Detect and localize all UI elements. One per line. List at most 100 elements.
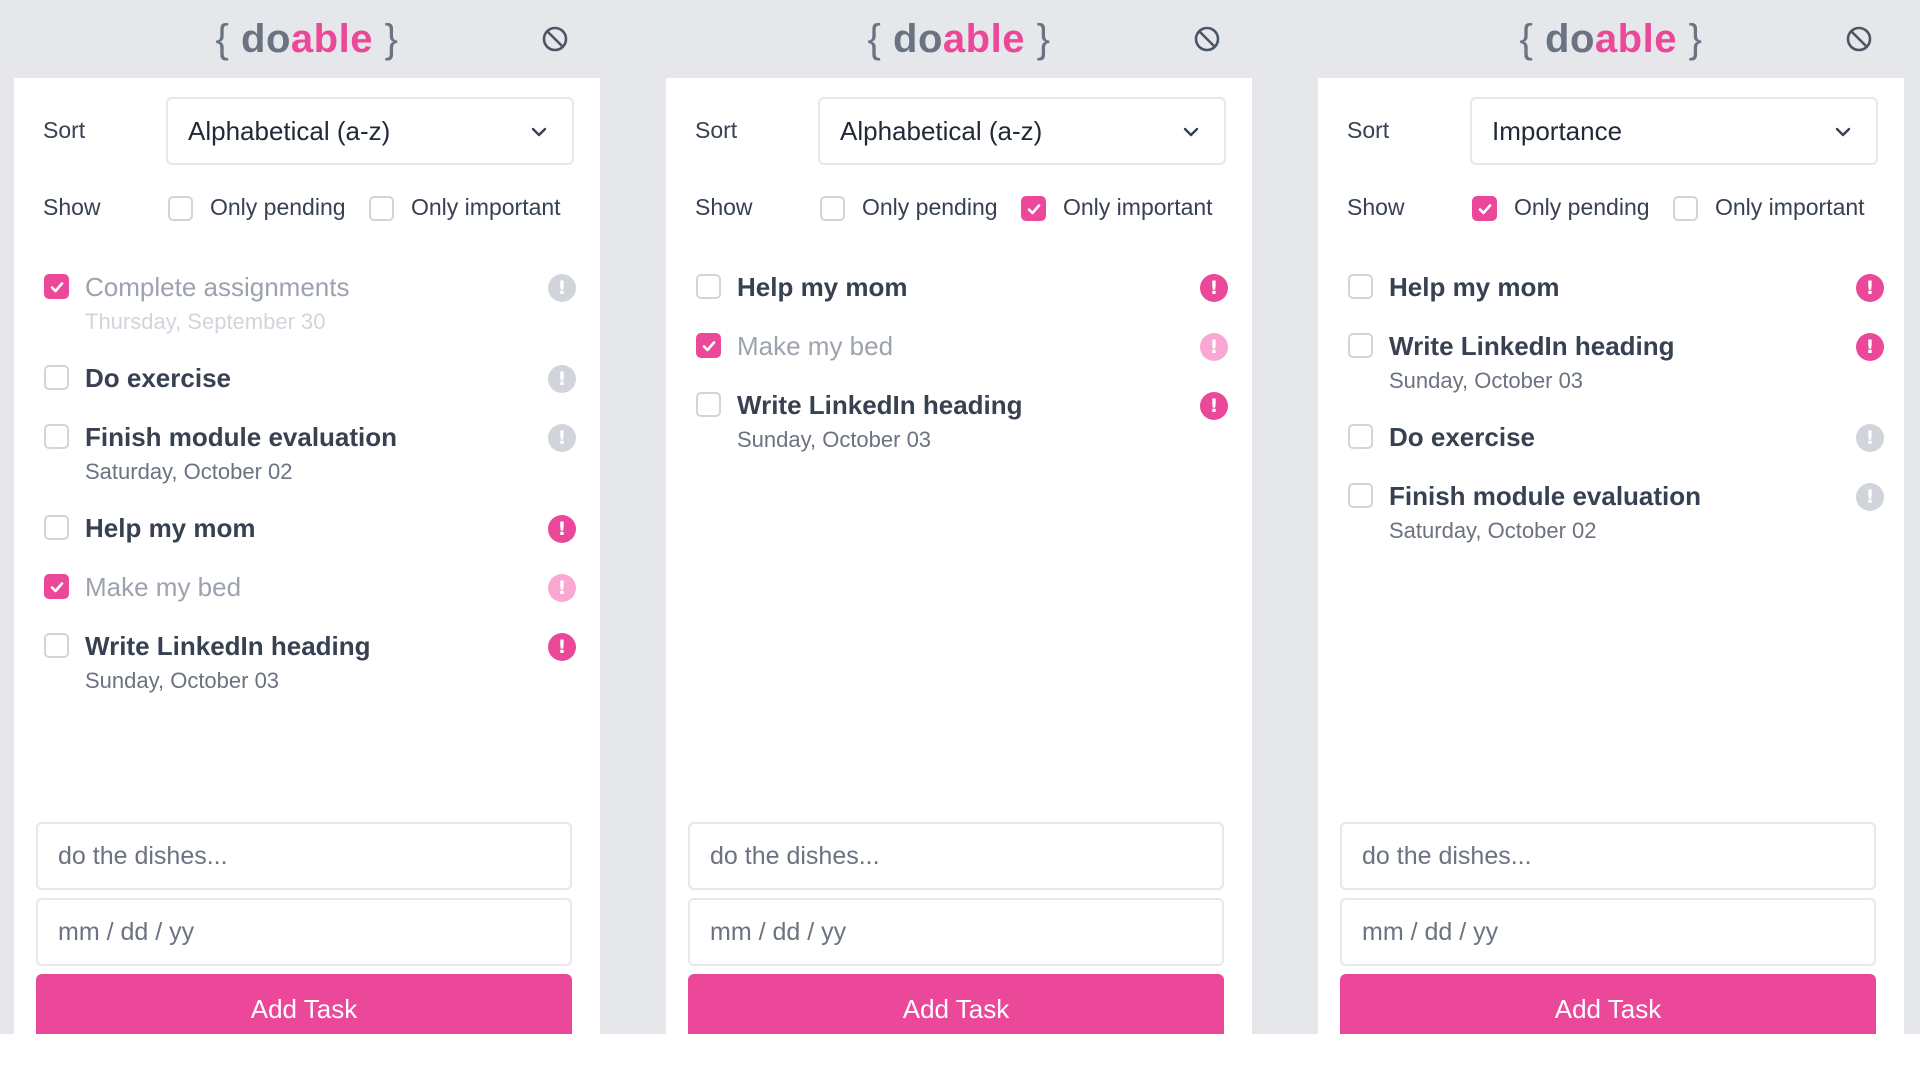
important-toggle-icon[interactable]: !: [548, 633, 576, 661]
checkmark-icon: [50, 281, 63, 292]
sort-selected-value: Alphabetical (a-z): [840, 115, 1043, 146]
task-name-input[interactable]: [1340, 822, 1876, 890]
show-label: Show: [695, 194, 753, 220]
exclamation-icon: !: [557, 635, 567, 658]
clear-tasks-button[interactable]: [1190, 22, 1224, 56]
task-complete-checkbox[interactable]: [44, 633, 69, 658]
only-important-label[interactable]: Only important: [1063, 194, 1213, 221]
task-item: Write LinkedIn heading Sunday, October 0…: [14, 627, 600, 718]
only-pending-label[interactable]: Only pending: [862, 194, 998, 221]
sort-row: Sort Importance: [1318, 97, 1904, 165]
task-item: Help my mom !: [666, 268, 1252, 327]
task-list: Complete assignments Thursday, September…: [14, 268, 600, 718]
task-complete-checkbox[interactable]: [1348, 483, 1373, 508]
task-title: Help my mom: [737, 272, 908, 302]
app-header: { doable }: [14, 0, 600, 78]
add-task-button[interactable]: Add Task: [1340, 974, 1876, 1034]
logo-do: do: [893, 16, 943, 61]
logo-open-brace: {: [867, 16, 894, 61]
only-pending-checkbox[interactable]: [1472, 196, 1497, 221]
ban-icon: [1846, 26, 1872, 52]
task-title: Finish module evaluation: [1389, 481, 1702, 511]
important-toggle-icon[interactable]: !: [1200, 333, 1228, 361]
sort-select[interactable]: Alphabetical (a-z): [818, 97, 1226, 165]
exclamation-icon: !: [1209, 335, 1219, 358]
app-header: { doable }: [1318, 0, 1904, 78]
checkmark-icon: [1027, 203, 1040, 214]
task-due-date: Sunday, October 03: [1389, 368, 1584, 393]
important-toggle-icon[interactable]: !: [1856, 483, 1884, 511]
task-date-input[interactable]: [36, 898, 572, 966]
task-complete-checkbox[interactable]: [696, 392, 721, 417]
only-pending-checkbox[interactable]: [820, 196, 845, 221]
task-complete-checkbox[interactable]: [44, 515, 69, 540]
task-name-input[interactable]: [36, 822, 572, 890]
task-complete-checkbox[interactable]: [1348, 333, 1373, 358]
exclamation-icon: !: [557, 426, 567, 449]
task-title: Do exercise: [85, 363, 231, 393]
logo-able: able: [1594, 16, 1677, 61]
checkmark-icon: [1478, 203, 1491, 214]
doable-app-panel-3: { doable } Sort Importance Show Only pen…: [1318, 0, 1904, 1034]
clear-tasks-button[interactable]: [538, 22, 572, 56]
checkmark-icon: [50, 581, 63, 592]
task-item: Write LinkedIn heading Sunday, October 0…: [666, 386, 1252, 477]
important-toggle-icon[interactable]: !: [548, 365, 576, 393]
exclamation-icon: !: [557, 367, 567, 390]
task-complete-checkbox[interactable]: [44, 574, 69, 599]
task-due-date: Thursday, September 30: [85, 309, 326, 334]
task-complete-checkbox[interactable]: [696, 274, 721, 299]
important-toggle-icon[interactable]: !: [548, 574, 576, 602]
important-toggle-icon[interactable]: !: [548, 274, 576, 302]
exclamation-icon: !: [1209, 276, 1219, 299]
task-complete-checkbox[interactable]: [696, 333, 721, 358]
exclamation-icon: !: [1865, 426, 1875, 449]
sort-select[interactable]: Alphabetical (a-z): [166, 97, 574, 165]
checkmark-icon: [702, 340, 715, 351]
important-toggle-icon[interactable]: !: [1856, 333, 1884, 361]
add-task-button[interactable]: Add Task: [688, 974, 1224, 1034]
logo-open-brace: {: [215, 16, 242, 61]
only-pending-label[interactable]: Only pending: [210, 194, 346, 221]
app-header: { doable }: [666, 0, 1252, 78]
sort-select[interactable]: Importance: [1470, 97, 1878, 165]
only-important-checkbox[interactable]: [1021, 196, 1046, 221]
task-name-input[interactable]: [688, 822, 1224, 890]
important-toggle-icon[interactable]: !: [1856, 274, 1884, 302]
task-title: Write LinkedIn heading: [1389, 331, 1675, 361]
add-task-form: Add Task: [688, 822, 1224, 1034]
exclamation-icon: !: [557, 576, 567, 599]
task-complete-checkbox[interactable]: [1348, 424, 1373, 449]
task-complete-checkbox[interactable]: [44, 424, 69, 449]
show-filters-row: Show Only pending Only important: [666, 192, 1252, 228]
task-due-date: Saturday, October 02: [1389, 518, 1597, 543]
important-toggle-icon[interactable]: !: [548, 424, 576, 452]
task-complete-checkbox[interactable]: [1348, 274, 1373, 299]
task-title: Help my mom: [85, 513, 256, 543]
only-important-label[interactable]: Only important: [411, 194, 561, 221]
task-title: Make my bed: [737, 331, 894, 361]
task-title: Complete assignments: [85, 272, 350, 302]
task-complete-checkbox[interactable]: [44, 274, 69, 299]
only-pending-label[interactable]: Only pending: [1514, 194, 1650, 221]
only-important-checkbox[interactable]: [1673, 196, 1698, 221]
important-toggle-icon[interactable]: !: [1200, 274, 1228, 302]
important-toggle-icon[interactable]: !: [548, 515, 576, 543]
add-task-form: Add Task: [36, 822, 572, 1034]
important-toggle-icon[interactable]: !: [1856, 424, 1884, 452]
only-pending-checkbox[interactable]: [168, 196, 193, 221]
task-title: Finish module evaluation: [85, 422, 398, 452]
exclamation-icon: !: [1209, 394, 1219, 417]
only-important-label[interactable]: Only important: [1715, 194, 1865, 221]
task-due-date: Saturday, October 02: [85, 459, 293, 484]
clear-tasks-button[interactable]: [1842, 22, 1876, 56]
task-date-input[interactable]: [688, 898, 1224, 966]
logo-close-brace: }: [372, 16, 399, 61]
important-toggle-icon[interactable]: !: [1200, 392, 1228, 420]
only-important-checkbox[interactable]: [369, 196, 394, 221]
doable-logo: { doable }: [216, 17, 399, 62]
task-date-input[interactable]: [1340, 898, 1876, 966]
task-item: Make my bed !: [14, 568, 600, 627]
task-complete-checkbox[interactable]: [44, 365, 69, 390]
add-task-button[interactable]: Add Task: [36, 974, 572, 1034]
